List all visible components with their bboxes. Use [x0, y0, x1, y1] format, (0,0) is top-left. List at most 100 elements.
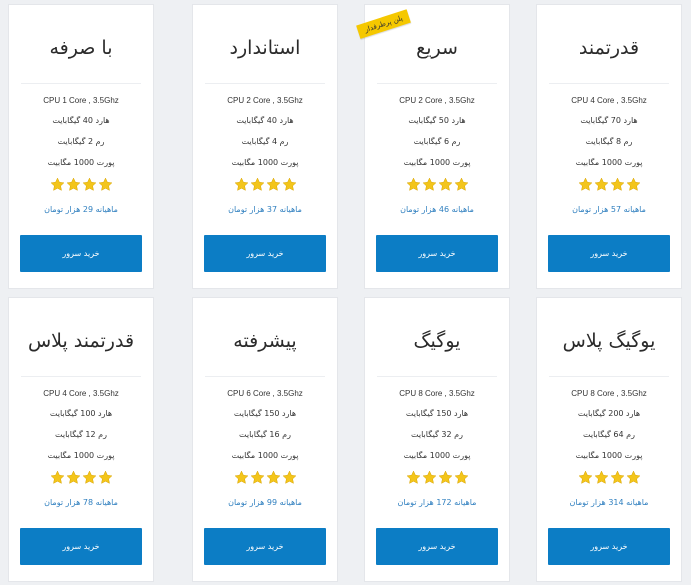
buy-server-button[interactable]: خرید سرور — [204, 528, 326, 565]
plan-port: پورت 1000 مگابیت — [403, 158, 471, 167]
plans-grid: قدرتمند CPU 4 Core , 3.5Ghz هارد 70 گیگا… — [0, 0, 691, 585]
plan-ram: رم 8 گیگابایت — [585, 137, 633, 146]
star-icon — [50, 470, 64, 484]
plan-title: قدرتمند — [549, 5, 669, 84]
rating-stars — [365, 177, 509, 199]
plan-card: یوگیگ CPU 8 Core , 3.5Ghz هارد 150 گیگاب… — [364, 297, 510, 582]
plan-cpu: CPU 6 Core , 3.5Ghz — [227, 389, 303, 398]
plan-title: با صرفه — [21, 5, 141, 84]
plan-cpu: CPU 1 Core , 3.5Ghz — [43, 96, 119, 105]
star-icon — [610, 177, 624, 191]
plan-port: پورت 1000 مگابیت — [575, 158, 643, 167]
star-icon — [282, 177, 296, 191]
plan-price: ماهیانه 29 هزار تومان — [44, 205, 118, 214]
plan-card: یوگیگ پلاس CPU 8 Core , 3.5Ghz هارد 200 … — [536, 297, 682, 582]
plan-ram: رم 32 گیگابایت — [411, 430, 463, 439]
plan-disk: هارد 100 گیگابایت — [49, 409, 113, 418]
plan-ram: رم 12 گیگابایت — [55, 430, 107, 439]
plan-disk: هارد 40 گیگابایت — [52, 116, 110, 125]
star-icon — [266, 470, 280, 484]
plan-title: قدرتمند پلاس — [21, 298, 141, 377]
rating-stars — [193, 177, 337, 199]
plan-disk: هارد 70 گیگابایت — [580, 116, 638, 125]
plan-ram: رم 16 گیگابایت — [239, 430, 291, 439]
star-icon — [406, 470, 420, 484]
plan-ram: رم 2 گیگابایت — [57, 137, 105, 146]
plan-price: ماهیانه 78 هزار تومان — [44, 498, 118, 507]
plan-cpu: CPU 2 Core , 3.5Ghz — [227, 96, 303, 105]
star-icon — [66, 470, 80, 484]
star-icon — [438, 470, 452, 484]
plan-port: پورت 1000 مگابیت — [575, 451, 643, 460]
rating-stars — [537, 177, 681, 199]
rating-stars — [537, 470, 681, 492]
rating-stars — [9, 177, 153, 199]
rating-stars — [9, 470, 153, 492]
rating-stars — [193, 470, 337, 492]
buy-server-button[interactable]: خرید سرور — [20, 528, 142, 565]
plan-cpu: CPU 4 Core , 3.5Ghz — [571, 96, 647, 105]
buy-server-button[interactable]: خرید سرور — [376, 235, 498, 272]
star-icon — [626, 470, 640, 484]
plan-port: پورت 1000 مگابیت — [47, 158, 115, 167]
plan-card: قدرتمند CPU 4 Core , 3.5Ghz هارد 70 گیگا… — [536, 4, 682, 289]
plan-title: یوگیگ — [377, 298, 497, 377]
star-icon — [594, 177, 608, 191]
star-icon — [250, 177, 264, 191]
star-icon — [66, 177, 80, 191]
star-icon — [234, 470, 248, 484]
plan-cpu: CPU 8 Core , 3.5Ghz — [571, 389, 647, 398]
star-icon — [50, 177, 64, 191]
plan-card: پلن پرطرفدار سریع CPU 2 Core , 3.5Ghz ها… — [356, 4, 510, 289]
plan-port: پورت 1000 مگابیت — [403, 451, 471, 460]
plan-ram: رم 4 گیگابایت — [241, 137, 289, 146]
star-icon — [594, 470, 608, 484]
star-icon — [454, 177, 468, 191]
star-icon — [610, 470, 624, 484]
rating-stars — [365, 470, 509, 492]
star-icon — [578, 470, 592, 484]
plan-title: پیشرفته — [205, 298, 325, 377]
plan-price: ماهیانه 172 هزار تومان — [397, 498, 477, 507]
plan-price: ماهیانه 37 هزار تومان — [228, 205, 302, 214]
star-icon — [438, 177, 452, 191]
star-icon — [98, 177, 112, 191]
plan-port: پورت 1000 مگابیت — [231, 451, 299, 460]
star-icon — [98, 470, 112, 484]
plan-disk: هارد 50 گیگابایت — [408, 116, 466, 125]
star-icon — [578, 177, 592, 191]
star-icon — [234, 177, 248, 191]
plan-card: استاندارد CPU 2 Core , 3.5Ghz هارد 40 گی… — [192, 4, 338, 289]
star-icon — [626, 177, 640, 191]
plan-cpu: CPU 2 Core , 3.5Ghz — [399, 96, 475, 105]
buy-server-button[interactable]: خرید سرور — [20, 235, 142, 272]
plan-card: پیشرفته CPU 6 Core , 3.5Ghz هارد 150 گیگ… — [192, 297, 338, 582]
buy-server-button[interactable]: خرید سرور — [548, 235, 670, 272]
plan-ram: رم 6 گیگابایت — [413, 137, 461, 146]
plan-port: پورت 1000 مگابیت — [231, 158, 299, 167]
star-icon — [422, 177, 436, 191]
plan-disk: هارد 150 گیگابایت — [233, 409, 297, 418]
plan-price: ماهیانه 99 هزار تومان — [228, 498, 302, 507]
star-icon — [454, 470, 468, 484]
plan-title: استاندارد — [205, 5, 325, 84]
buy-server-button[interactable]: خرید سرور — [376, 528, 498, 565]
plan-price: ماهیانه 46 هزار تومان — [400, 205, 474, 214]
plan-card: قدرتمند پلاس CPU 4 Core , 3.5Ghz هارد 10… — [8, 297, 154, 582]
plan-card: با صرفه CPU 1 Core , 3.5Ghz هارد 40 گیگا… — [8, 4, 154, 289]
plan-cpu: CPU 4 Core , 3.5Ghz — [43, 389, 119, 398]
buy-server-button[interactable]: خرید سرور — [204, 235, 326, 272]
plan-disk: هارد 150 گیگابایت — [405, 409, 469, 418]
star-icon — [282, 470, 296, 484]
plan-disk: هارد 40 گیگابایت — [236, 116, 294, 125]
plan-ram: رم 64 گیگابایت — [583, 430, 635, 439]
plan-disk: هارد 200 گیگابایت — [577, 409, 641, 418]
plan-port: پورت 1000 مگابیت — [47, 451, 115, 460]
star-icon — [250, 470, 264, 484]
plan-price: ماهیانه 314 هزار تومان — [569, 498, 649, 507]
star-icon — [422, 470, 436, 484]
plan-price: ماهیانه 57 هزار تومان — [572, 205, 646, 214]
star-icon — [266, 177, 280, 191]
plan-cpu: CPU 8 Core , 3.5Ghz — [399, 389, 475, 398]
buy-server-button[interactable]: خرید سرور — [548, 528, 670, 565]
